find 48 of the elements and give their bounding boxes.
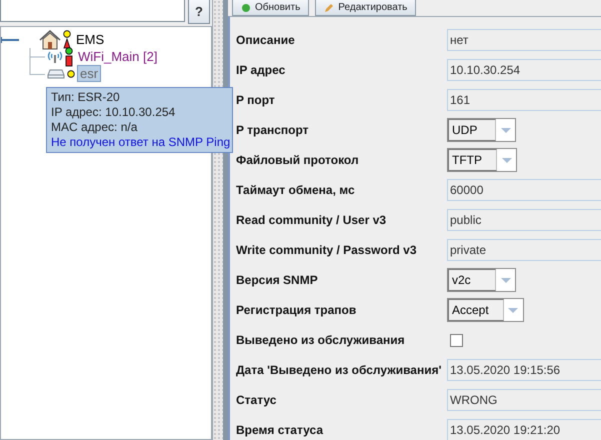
dropdown-arrow-icon (500, 278, 510, 282)
text-field[interactable]: private (447, 239, 601, 261)
help-button[interactable]: ? (188, 0, 210, 24)
router-icon (47, 68, 65, 78)
field-label: Описание (236, 33, 296, 47)
search-field[interactable] (0, 0, 185, 22)
checkbox[interactable] (450, 334, 463, 346)
field-label: IP адрес (236, 63, 286, 77)
text-field[interactable]: 13.05.2020 19:21:20 (447, 419, 601, 440)
tooltip-line: MAC адрес: n/a (51, 120, 138, 135)
tree-item[interactable]: WiFi_Main [2] (75, 48, 160, 65)
field-label: Таймаут обмена, мс (236, 183, 356, 197)
pencil-icon (324, 2, 334, 12)
text-field[interactable]: WRONG (447, 389, 601, 411)
tree-item[interactable]: esr (77, 65, 102, 82)
dropdown-arrow-icon (502, 158, 512, 162)
text-field[interactable]: public (447, 209, 601, 231)
field-label: Выведено из обслуживания (236, 333, 406, 347)
dropdown-arrow-icon (508, 308, 518, 312)
field-label: Регистрация трапов (236, 303, 358, 317)
tooltip-line: IP адрес: 10.10.30.254 (51, 105, 176, 120)
tooltip-line: Тип: ESR-20 (51, 90, 121, 105)
field-label: Read community / User v3 (236, 213, 388, 227)
dropdown-arrow-icon (500, 128, 510, 132)
field-label: Время статуса (236, 423, 324, 437)
field-label: Дата 'Выведено из обслуживания' (236, 363, 442, 377)
tree-item[interactable]: EMS (73, 31, 108, 48)
tooltip-warning: Не получен ответ на SNMP Ping (51, 135, 228, 150)
field-label: Статус (236, 393, 278, 407)
dropdown[interactable]: TFTP (447, 148, 517, 172)
antenna-icon (47, 50, 63, 62)
text-field[interactable]: 13.05.2020 19:15:56 (447, 359, 601, 381)
field-label: Write community / Password v3 (236, 243, 418, 257)
house-icon (39, 30, 61, 50)
text-field[interactable]: нет (447, 29, 601, 51)
status-indicator-icon (67, 70, 75, 78)
dropdown[interactable]: Accept (447, 298, 524, 322)
field-label: Версия SNMP (236, 273, 319, 287)
dropdown[interactable]: v2c (447, 268, 516, 292)
field-label: P порт (236, 93, 276, 107)
field-label: P транспорт (236, 123, 310, 137)
text-field[interactable]: 10.10.30.254 (447, 59, 601, 81)
dropdown[interactable]: UDP (447, 118, 516, 142)
toolbar-button[interactable]: Обновить (232, 0, 310, 16)
field-label: Файловый протокол (236, 153, 360, 167)
toolbar-button[interactable]: Редактировать (315, 0, 416, 16)
text-field[interactable]: 60000 (447, 179, 601, 201)
text-field[interactable]: 161 (447, 89, 601, 111)
